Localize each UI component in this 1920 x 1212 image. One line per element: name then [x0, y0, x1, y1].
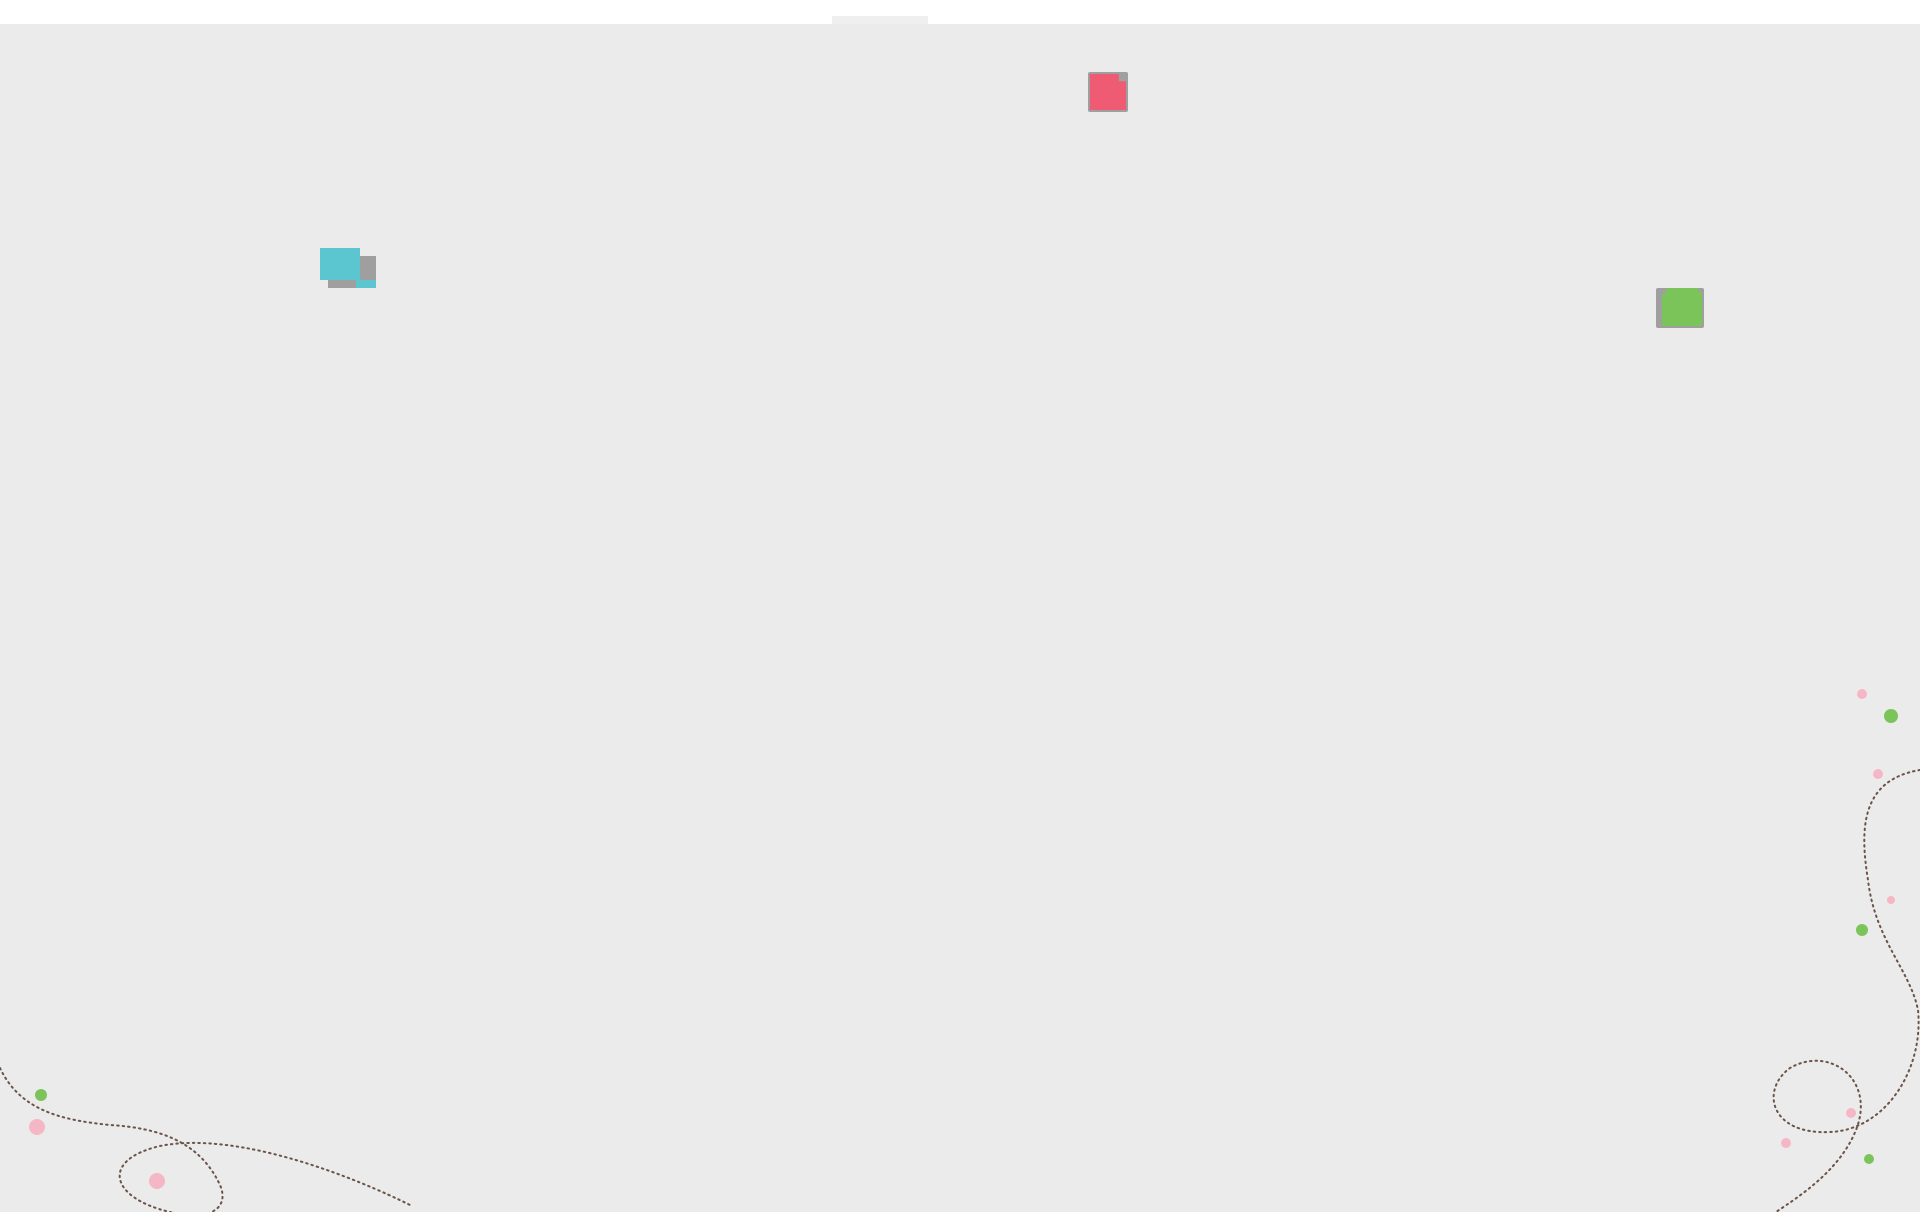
green-sprite-body	[1662, 288, 1702, 326]
game-playfield[interactable]	[0, 24, 1920, 1212]
cyan-sprite-tail	[356, 280, 376, 288]
red-sprite[interactable]	[1088, 72, 1128, 112]
top-handle[interactable]	[832, 16, 928, 24]
cyan-sprite[interactable]	[320, 248, 376, 288]
top-bar	[0, 0, 1920, 24]
cyan-sprite-body	[320, 248, 360, 280]
green-sprite[interactable]	[1656, 288, 1704, 328]
